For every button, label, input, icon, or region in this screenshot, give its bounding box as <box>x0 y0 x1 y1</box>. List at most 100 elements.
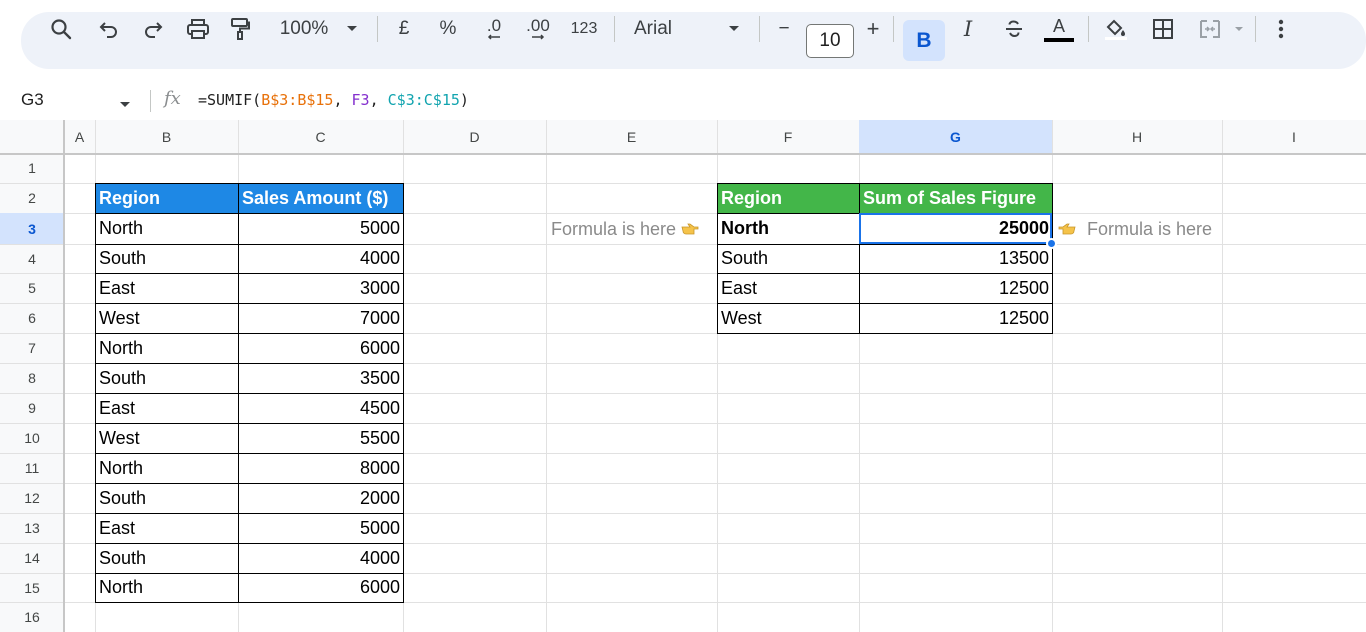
fill-handle[interactable] <box>1046 238 1057 249</box>
formula-range-ref: C$3:C$15 <box>387 91 460 109</box>
search-icon[interactable] <box>48 0 74 57</box>
cell-border <box>717 213 860 245</box>
bold-button[interactable]: B <box>903 20 945 61</box>
selected-cell-outline <box>859 213 1052 244</box>
cell-border <box>95 363 239 394</box>
currency-format-button[interactable]: £ <box>396 0 412 57</box>
merge-cells-icon[interactable] <box>1197 0 1223 57</box>
row-header-7[interactable]: 7 <box>0 333 64 363</box>
cell-border <box>859 183 1053 214</box>
cell-border <box>238 423 404 454</box>
row-header-4[interactable]: 4 <box>0 244 64 273</box>
formula-bar-divider <box>150 90 151 112</box>
redo-icon[interactable] <box>142 0 164 57</box>
pointing-left-hand-icon <box>1058 220 1076 241</box>
formula-range-ref: B$3:B$15 <box>261 91 334 109</box>
row-header-1[interactable]: 1 <box>0 153 64 183</box>
row-header-15[interactable]: 15 <box>0 573 64 602</box>
borders-icon[interactable] <box>1151 0 1175 57</box>
formula-input[interactable]: =SUMIF(B$3:B$15, F3, C$3:C$15) <box>198 91 469 109</box>
chevron-down-icon[interactable] <box>345 0 359 57</box>
cell-border <box>95 393 239 424</box>
text-color-button[interactable]: A <box>1044 0 1074 57</box>
arrow-right-icon <box>532 33 545 40</box>
column-header-f[interactable]: F <box>717 120 859 153</box>
note-left-text: Formula is here <box>551 219 677 239</box>
number-format-button[interactable]: 123 <box>570 0 598 57</box>
formula-part: =SUMIF( <box>198 91 262 109</box>
column-header-a[interactable]: A <box>64 120 95 153</box>
decrease-decimal-button[interactable]: .0 <box>480 0 508 57</box>
zoom-select[interactable]: 100% <box>276 0 332 57</box>
row-header-11[interactable]: 11 <box>0 453 64 483</box>
cell-border <box>859 244 1053 274</box>
cell-border <box>238 483 404 514</box>
cell-border <box>859 273 1053 304</box>
decrease-font-size-button[interactable]: − <box>775 0 793 57</box>
fill-color-icon[interactable] <box>1103 0 1129 57</box>
name-box[interactable]: G3 <box>21 90 44 110</box>
text-color-swatch <box>1044 37 1074 42</box>
cell-border <box>238 213 404 245</box>
percent-label: % <box>439 17 457 39</box>
increase-decimal-button[interactable]: .00 <box>524 0 552 57</box>
font-family-select[interactable]: Arial <box>634 0 678 57</box>
cell-border <box>95 333 239 364</box>
chevron-down-icon[interactable] <box>727 0 741 57</box>
number-format-label: 123 <box>570 19 598 37</box>
row-header-2[interactable]: 2 <box>0 183 64 213</box>
font-size-input[interactable]: 10 <box>806 24 854 58</box>
spreadsheet-grid[interactable]: A B C D E F G H I 1 2 3 4 5 6 7 8 9 10 11 12 13 14 15 16 Region Sa… <box>0 120 1366 632</box>
column-header-d[interactable]: D <box>403 120 546 153</box>
paint-format-icon[interactable] <box>229 0 251 57</box>
toolbar-divider <box>1088 16 1089 42</box>
row-header-13[interactable]: 13 <box>0 513 64 543</box>
column-header-c[interactable]: C <box>238 120 403 153</box>
row-header-8[interactable]: 8 <box>0 363 64 393</box>
cell-border <box>238 244 404 274</box>
formula-bar: G3 fx =SUMIF(B$3:B$15, F3, C$3:C$15) <box>0 82 1366 119</box>
row-header-16[interactable]: 16 <box>0 602 64 632</box>
row-header-5[interactable]: 5 <box>0 273 64 303</box>
italic-label: I <box>963 16 973 41</box>
column-header-g[interactable]: G <box>859 120 1052 153</box>
row-header-3[interactable]: 3 <box>0 213 64 244</box>
formula-part: , <box>333 91 352 109</box>
column-header-b[interactable]: B <box>95 120 238 153</box>
note-right-text: Formula is here <box>1087 219 1213 239</box>
arrow-left-icon <box>487 33 500 40</box>
cell-border <box>717 273 860 304</box>
row-header-12[interactable]: 12 <box>0 483 64 513</box>
column-header-i[interactable]: I <box>1222 120 1366 153</box>
formula-part: ) <box>459 91 469 109</box>
more-options-icon[interactable] <box>1271 0 1291 57</box>
cell-border <box>95 273 239 304</box>
column-header-h[interactable]: H <box>1052 120 1222 153</box>
cell-border <box>95 483 239 514</box>
percent-format-button[interactable]: % <box>438 0 458 57</box>
toolbar-divider <box>1255 16 1256 42</box>
row-header-9[interactable]: 9 <box>0 393 64 423</box>
italic-button[interactable]: I <box>958 0 978 57</box>
formula-cell-ref: F3 <box>351 91 370 109</box>
zoom-value: 100% <box>279 17 329 39</box>
strikethrough-icon[interactable] <box>1002 0 1026 57</box>
cell-border <box>238 303 404 334</box>
text-color-letter: A <box>1052 15 1065 36</box>
print-icon[interactable] <box>186 0 210 57</box>
row-header-6[interactable]: 6 <box>0 303 64 333</box>
row-header-10[interactable]: 10 <box>0 423 64 453</box>
column-header-e[interactable]: E <box>546 120 717 153</box>
cell-border <box>95 303 239 334</box>
increase-font-size-button[interactable]: + <box>864 0 882 57</box>
cell-border <box>95 423 239 454</box>
cell-border <box>238 393 404 424</box>
minus-label: − <box>778 17 790 39</box>
chevron-down-icon[interactable] <box>119 96 131 114</box>
fx-icon: fx <box>164 88 181 109</box>
bold-label: B <box>916 28 932 52</box>
cell-border <box>95 543 239 574</box>
chevron-down-icon[interactable] <box>1233 0 1245 57</box>
undo-icon[interactable] <box>98 0 120 57</box>
row-header-14[interactable]: 14 <box>0 543 64 573</box>
